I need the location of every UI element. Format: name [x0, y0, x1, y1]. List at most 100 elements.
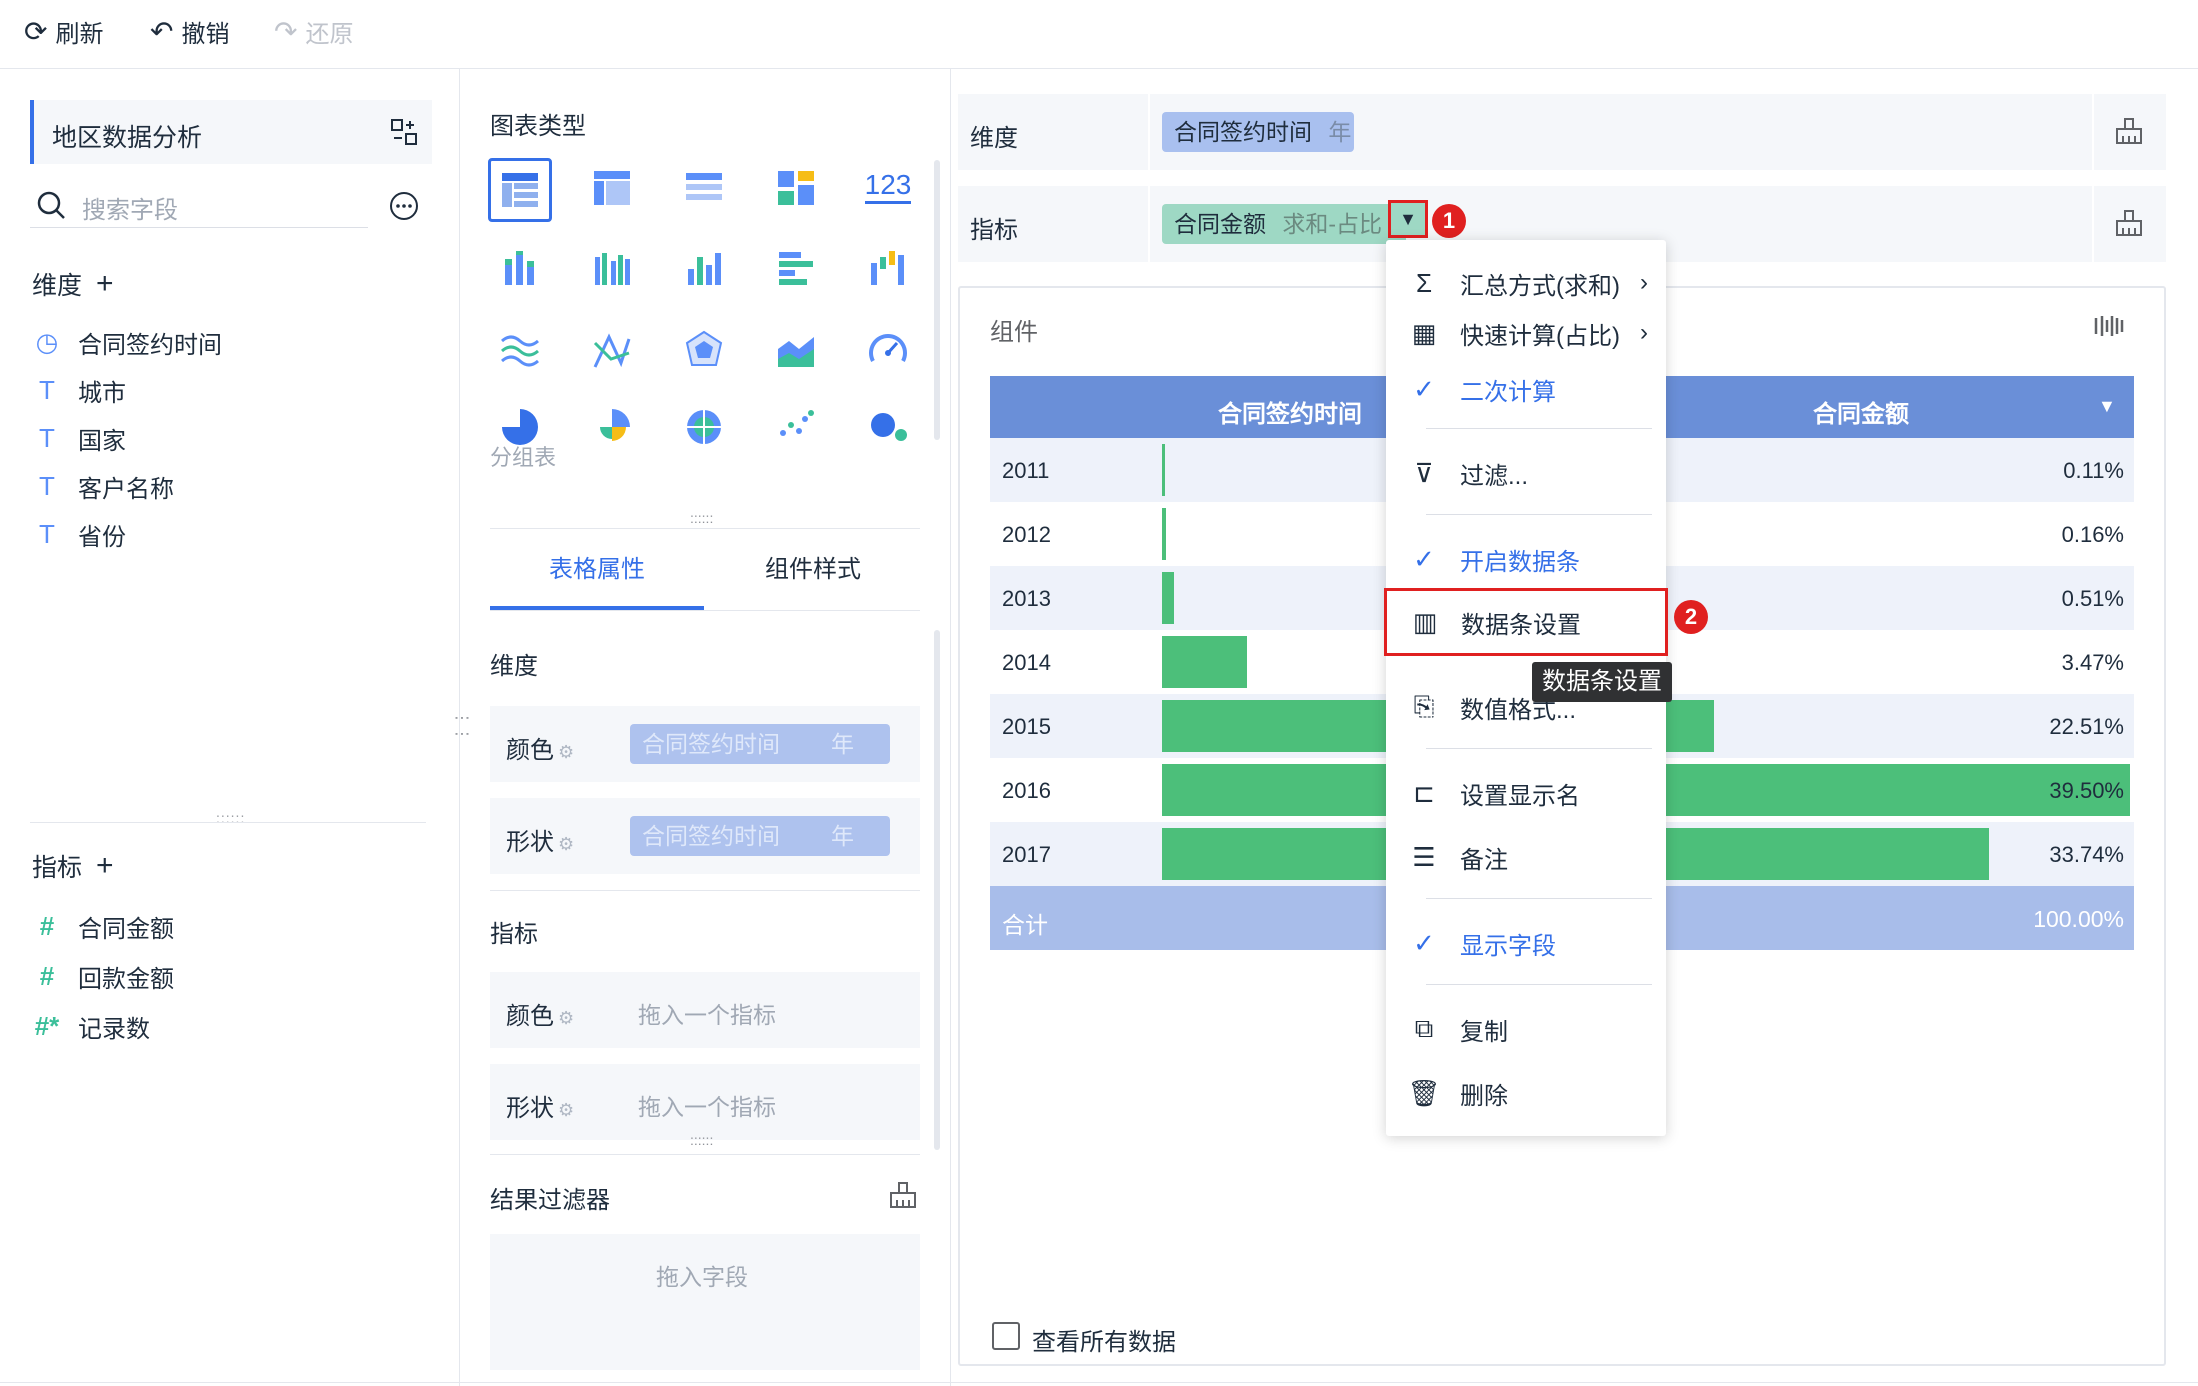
menu-item-enable-databar[interactable]: ✓ 开启数据条 — [1386, 532, 1666, 586]
grouped-bar-icon — [595, 253, 630, 285]
add-dimension-icon[interactable]: + — [96, 267, 114, 301]
clear-icon[interactable] — [888, 1180, 918, 1210]
menu-item-aggregation[interactable]: Σ 汇总方式(求和) › — [1386, 256, 1666, 310]
chart-type-gauge[interactable] — [860, 322, 916, 378]
gear-icon[interactable]: ⚙ — [558, 1008, 574, 1028]
measure-field-item[interactable]: # 回款金额 — [32, 956, 174, 996]
data-bar-toggle-icon[interactable] — [2094, 314, 2124, 338]
meas-shape-row[interactable]: 形状 ⚙ 拖入一个指标 — [490, 1064, 920, 1140]
menu-item-filter[interactable]: ⊽ 过滤... — [1386, 446, 1666, 500]
chart-type-rose[interactable] — [584, 396, 640, 452]
switch-dataset-icon[interactable] — [390, 118, 418, 146]
measure-field-item[interactable]: #* 记录数 — [32, 1006, 150, 1046]
text-type-icon: T — [39, 518, 55, 549]
tab-component-style[interactable]: 组件样式 — [706, 550, 920, 610]
chart-type-group-table[interactable] — [488, 158, 552, 222]
chart-type-cross-table[interactable] — [584, 160, 640, 216]
dim-field-item[interactable]: T 省份 — [32, 514, 126, 554]
menu-item-display-name[interactable]: ⊏ 设置显示名 — [1386, 766, 1666, 820]
dim-color-pill[interactable]: 合同签约时间年 — [630, 724, 890, 764]
dim-color-row[interactable]: 颜色 ⚙ 合同签约时间年 — [490, 706, 920, 782]
dim-shape-pill[interactable]: 合同签约时间年 — [630, 816, 890, 856]
chart-type-stacked-bar[interactable] — [492, 240, 548, 296]
chart-type-area[interactable] — [768, 322, 824, 378]
meas-color-row[interactable]: 颜色 ⚙ 拖入一个指标 — [490, 972, 920, 1048]
chart-type-bar[interactable] — [676, 240, 732, 296]
sigma-icon: Σ — [1415, 267, 1433, 298]
chart-type-waterfall[interactable] — [860, 240, 916, 296]
chart-type-horizontal-bar[interactable] — [768, 240, 824, 296]
dim-field-item[interactable]: T 客户名称 — [32, 466, 174, 506]
menu-item-show-field[interactable]: ✓ 显示字段 — [1386, 916, 1666, 970]
chart-panel-resize-handle[interactable]: :::::: — [690, 510, 713, 526]
chart-type-line[interactable] — [492, 322, 548, 378]
menu-item-delete[interactable]: 🗑 删除 — [1386, 1066, 1666, 1120]
header-sort-icon[interactable]: ▼ — [2098, 396, 2116, 417]
dataset-header[interactable]: 地区数据分析 — [30, 100, 432, 164]
measure-dropdown-button[interactable]: ▼ — [1388, 200, 1428, 238]
left-panel-resize-handle[interactable]: ⋮⋮ — [452, 710, 471, 742]
chart-type-parallel[interactable] — [584, 322, 640, 378]
clear-icon[interactable] — [2114, 208, 2144, 238]
databar-tooltip: 数据条设置 — [1532, 662, 1672, 702]
chart-type-multi-indicator[interactable] — [768, 160, 824, 216]
measure-pill[interactable]: 合同金额 求和-占比 — [1162, 204, 1406, 244]
gear-icon[interactable]: ⚙ — [558, 742, 574, 762]
chart-type-bubble[interactable] — [860, 396, 916, 452]
measure-field-item[interactable]: # 合同金额 — [32, 906, 174, 946]
copy-icon: ⧉ — [1414, 1013, 1434, 1043]
gear-icon[interactable]: ⚙ — [558, 834, 574, 854]
cell-year: 2011 — [1002, 458, 1050, 483]
more-icon[interactable] — [388, 190, 420, 222]
view-all-checkbox[interactable] — [992, 1322, 1020, 1350]
sunburst-icon — [687, 410, 721, 444]
menu-item-note[interactable]: ☰ 备注 — [1386, 830, 1666, 884]
panel-resize-handle[interactable]: :::::: — [216, 810, 245, 826]
dim-field-item[interactable]: T 国家 — [32, 418, 126, 458]
field-search[interactable]: 搜索字段 — [30, 184, 368, 228]
dim-field-item[interactable]: T 城市 — [32, 370, 126, 410]
gear-icon[interactable]: ⚙ — [558, 1100, 574, 1120]
refresh-button[interactable]: ⟳ 刷新 — [24, 14, 103, 48]
dim-field-item[interactable]: ◷ 合同签约时间 — [32, 322, 222, 362]
chart-type-kpi[interactable]: 123 — [860, 158, 916, 214]
chevron-right-icon: › — [1640, 269, 1648, 296]
chart-type-detail-table[interactable] — [676, 160, 732, 216]
undo-button[interactable]: ↶ 撤销 — [150, 14, 229, 48]
chart-type-grouped-bar[interactable] — [584, 240, 640, 296]
data-bar — [1162, 572, 1175, 624]
chart-type-scatter[interactable] — [768, 396, 824, 452]
tab-table-properties[interactable]: 表格属性 — [490, 550, 704, 610]
filter-icon: ⊽ — [1414, 457, 1434, 488]
add-measure-icon[interactable]: + — [96, 849, 114, 883]
property-scrollbar[interactable] — [934, 630, 940, 1150]
search-input[interactable]: 搜索字段 — [82, 190, 178, 225]
toolbar-divider — [0, 68, 2198, 69]
cell-amount: 39.50% — [2049, 778, 2124, 803]
clear-icon[interactable] — [2114, 116, 2144, 146]
menu-item-copy[interactable]: ⧉ 复制 — [1386, 1002, 1666, 1056]
chart-type-scrollbar[interactable] — [934, 160, 940, 440]
redo-button[interactable]: ↷ 还原 — [274, 14, 353, 48]
table-header-amount[interactable]: 合同金额 — [1813, 394, 1909, 429]
rose-chart-icon — [600, 409, 630, 441]
chart-type-radar[interactable] — [676, 322, 732, 378]
dimension-pill[interactable]: 合同签约时间 年 — [1162, 112, 1354, 152]
cell-year: 2013 — [1002, 586, 1051, 611]
menu-item-databar-settings[interactable]: ▥ 数据条设置 — [1384, 588, 1668, 656]
color-label: 颜色 — [506, 737, 554, 764]
shape-label: 形状 — [506, 829, 554, 856]
drop-measure-placeholder[interactable]: 拖入一个指标 — [638, 1088, 776, 1122]
property-resize-handle[interactable]: :::::: — [690, 1132, 713, 1148]
text-type-icon: T — [39, 374, 55, 405]
menu-item-quick-calc[interactable]: ▦ 快速计算(占比) › — [1386, 306, 1666, 360]
undo-icon: ↶ — [150, 15, 174, 47]
menu-item-secondary-calc[interactable]: ✓ 二次计算 — [1386, 362, 1666, 416]
dimension-shelf[interactable]: 维度 合同签约时间 年 — [958, 94, 2166, 170]
result-filter-drop-zone[interactable]: 拖入字段 — [490, 1234, 920, 1370]
chart-type-sunburst[interactable] — [676, 396, 732, 452]
dim-shape-row[interactable]: 形状 ⚙ 合同签约时间年 — [490, 798, 920, 874]
table-header-time[interactable]: 合同签约时间 — [1218, 394, 1362, 429]
dashboard-icon — [778, 171, 814, 205]
drop-measure-placeholder[interactable]: 拖入一个指标 — [638, 996, 776, 1030]
